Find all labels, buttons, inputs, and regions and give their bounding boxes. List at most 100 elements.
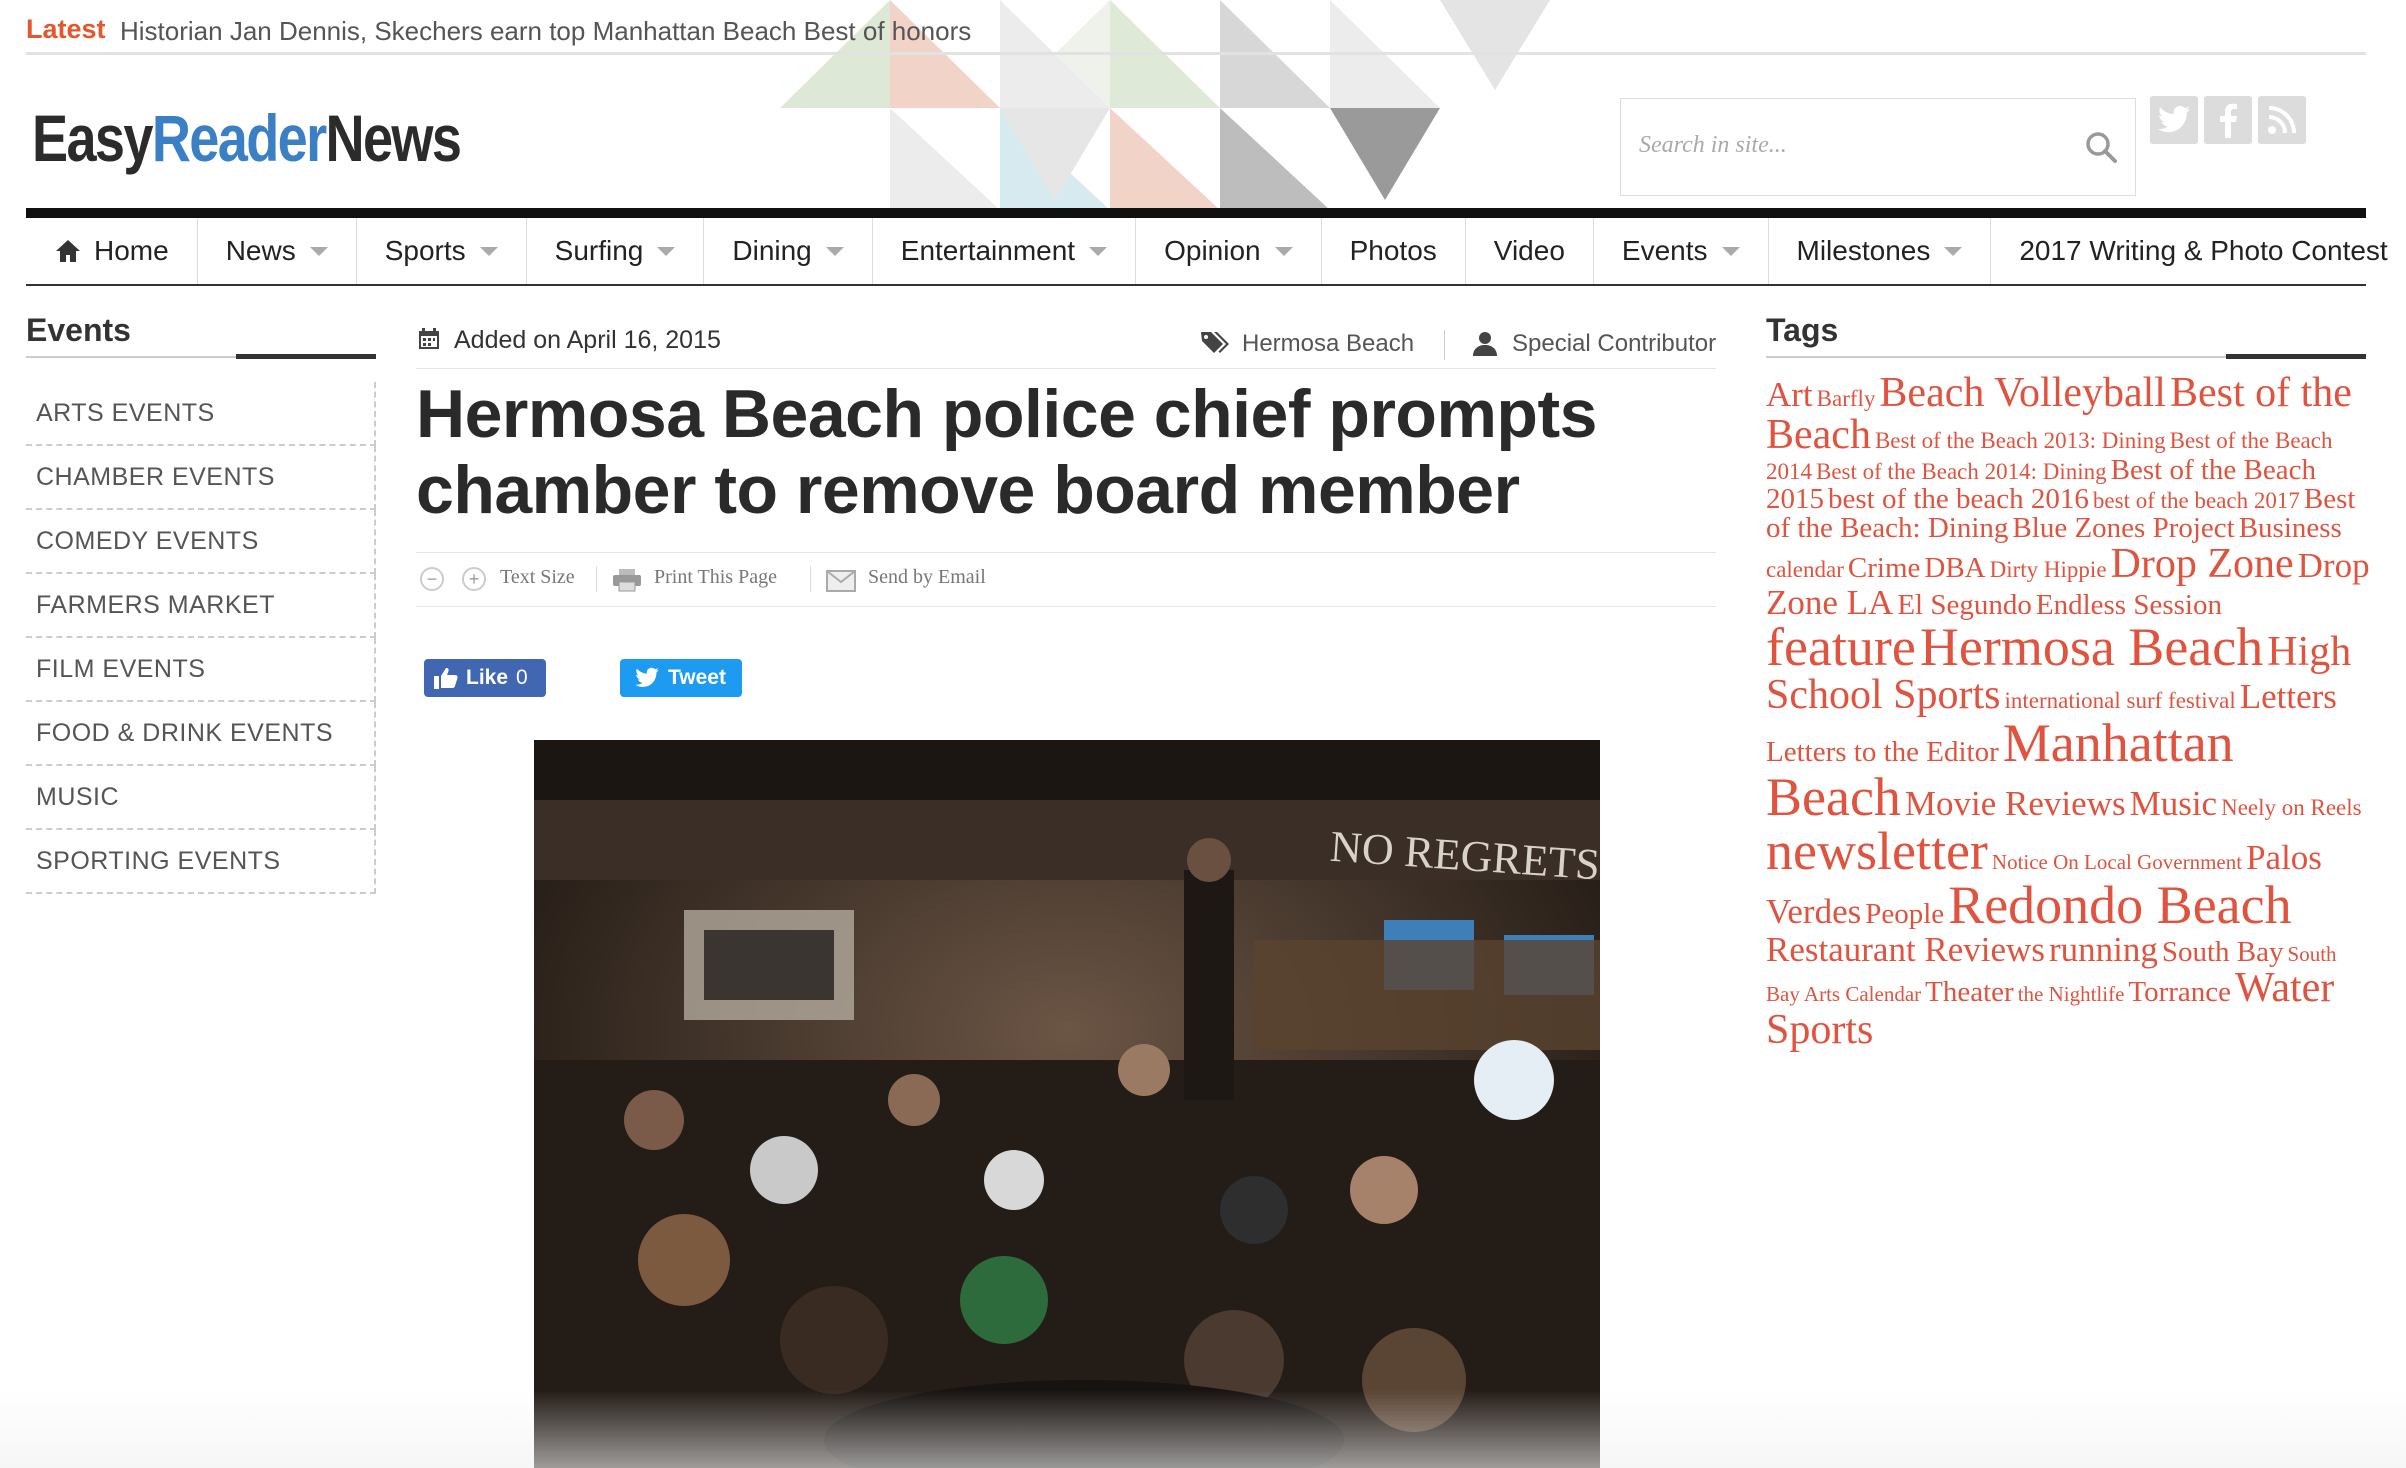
twitter-icon[interactable] (2150, 96, 2198, 144)
chevron-down-icon (1944, 246, 1963, 256)
chevron-down-icon (479, 246, 498, 256)
facebook-like-button[interactable]: Like 0 (424, 659, 546, 697)
nav-item-news[interactable]: News (198, 218, 357, 284)
divider (810, 566, 811, 592)
tag-link[interactable]: South Bay (2162, 936, 2284, 968)
nav-item-entertainment[interactable]: Entertainment (873, 218, 1137, 284)
text-size-label: Text Size (500, 566, 575, 588)
nav-item-contest[interactable]: 2017 Writing & Photo Contest (1991, 218, 2406, 284)
nav-label: 2017 Writing & Photo Contest (2019, 235, 2388, 266)
tag-link[interactable]: Theater (1925, 976, 2014, 1008)
tag-link[interactable]: Movie Reviews (1905, 784, 2126, 823)
twitter-bird-icon (635, 667, 659, 687)
sidebar-item-farmers-market[interactable]: FARMERS MARKET (26, 574, 376, 638)
tag-cloud: Art Barfly Beach Volleyball Best of the … (1766, 372, 2372, 1051)
nav-item-milestones[interactable]: Milestones (1769, 218, 1992, 284)
site-logo[interactable]: EasyReaderNews (32, 100, 462, 176)
send-by-email-link[interactable]: Send by Email (868, 566, 986, 589)
tag-icon (1201, 332, 1229, 353)
search-input[interactable] (1637, 131, 2061, 160)
article-category-link[interactable]: Hermosa Beach (1242, 330, 1414, 358)
tag-link[interactable]: Torrance (2128, 976, 2231, 1008)
tag-link[interactable]: calendar (1766, 557, 1844, 582)
nav-item-photos[interactable]: Photos (1322, 218, 1466, 284)
tag-link[interactable]: newsletter (1766, 821, 1988, 881)
nav-item-opinion[interactable]: Opinion (1136, 218, 1322, 284)
tag-link[interactable]: Music (2130, 784, 2218, 823)
nav-item-dining[interactable]: Dining (704, 218, 873, 284)
sidebar-title: Events (26, 312, 131, 348)
tweet-button[interactable]: Tweet (620, 659, 742, 697)
tag-link[interactable]: Best of the Beach 2013: Dining (1875, 428, 2166, 453)
envelope-icon[interactable] (826, 570, 856, 592)
logo-part-news: News (325, 101, 461, 175)
rss-icon[interactable] (2258, 96, 2306, 144)
tag-link[interactable]: Water Sports (1766, 965, 2334, 1053)
article-author-link[interactable]: Special Contributor (1512, 330, 1716, 358)
tag-link[interactable]: Restaurant Reviews (1766, 930, 2045, 969)
tag-link[interactable]: international surf festival (2005, 688, 2236, 713)
nav-label: News (225, 235, 296, 266)
tag-link[interactable]: Drop Zone (2111, 541, 2294, 587)
search-icon[interactable] (2083, 129, 2119, 165)
chevron-down-icon (825, 246, 844, 256)
tag-link[interactable]: the Nightlife (2018, 982, 2125, 1006)
chevron-down-icon (657, 246, 676, 256)
nav-item-sports[interactable]: Sports (357, 218, 527, 284)
tag-link[interactable]: People (1865, 898, 1944, 930)
search-box (1620, 98, 2136, 196)
chevron-down-icon (1274, 246, 1293, 256)
latest-headline-link[interactable]: Historian Jan Dennis, Skechers earn top … (120, 16, 971, 47)
tag-link[interactable]: Notice On Local Government (1992, 850, 2242, 874)
tag-link[interactable]: Art (1766, 375, 1813, 414)
divider (596, 566, 597, 592)
tag-link[interactable]: Redondo Beach (1948, 875, 2291, 935)
sidebar-item-chamber-events[interactable]: CHAMBER EVENTS (26, 446, 376, 510)
tag-link[interactable]: Blue Zones Project (2012, 512, 2234, 544)
tag-link[interactable]: Crime (1848, 552, 1921, 584)
sidebar-item-comedy-events[interactable]: COMEDY EVENTS (26, 510, 376, 574)
thumbs-up-icon (434, 668, 458, 689)
decrease-text-size-button[interactable]: − (420, 567, 444, 591)
tweet-label: Tweet (668, 666, 726, 689)
tag-link[interactable]: Beach Volleyball (1879, 370, 2166, 416)
sidebar-item-music[interactable]: MUSIC (26, 766, 376, 830)
nav-item-surfing[interactable]: Surfing (527, 218, 705, 284)
tag-link[interactable]: feature (1766, 617, 1916, 677)
tag-link[interactable]: Hermosa Beach (1920, 617, 2263, 677)
latest-label: Latest (26, 14, 106, 44)
tag-link[interactable]: Neely on Reels (2221, 795, 2362, 820)
tag-link[interactable]: Letters (2240, 677, 2337, 716)
tag-link[interactable]: Business (2239, 512, 2342, 544)
tag-link[interactable]: DBA (1924, 552, 1985, 584)
printer-icon[interactable] (612, 568, 642, 592)
divider (1444, 330, 1445, 360)
nav-label: Events (1621, 235, 1708, 266)
nav-item-events[interactable]: Events (1594, 218, 1769, 284)
sidebar-item-film-events[interactable]: FILM EVENTS (26, 638, 376, 702)
print-page-link[interactable]: Print This Page (654, 566, 777, 589)
tag-link[interactable]: Best of the Beach 2014: Dining (1816, 459, 2107, 484)
facebook-icon[interactable] (2204, 96, 2252, 144)
tags-title: Tags (1766, 312, 1839, 348)
main-nav: Home News Sports Surfing Dining Entertai… (26, 218, 2388, 286)
tag-link[interactable]: best of the beach 2017 (2093, 488, 2300, 513)
tag-link[interactable]: Letters to the Editor (1766, 736, 1999, 768)
article-date: Added on April 16, 2015 (454, 326, 721, 354)
nav-item-video[interactable]: Video (1466, 218, 1594, 284)
sidebar-item-arts-events[interactable]: ARTS EVENTS (26, 382, 376, 446)
article-headline: Hermosa Beach police chief prompts chamb… (416, 376, 1597, 528)
tag-link[interactable]: best of the beach 2016 (1828, 483, 2089, 515)
nav-item-home[interactable]: Home (26, 218, 198, 284)
tag-link[interactable]: Barfly (1817, 386, 1876, 411)
divider (26, 52, 2366, 55)
tag-link[interactable]: Dirty Hippie (1990, 557, 2107, 582)
divider (416, 368, 1716, 369)
nav-label: Opinion (1164, 235, 1261, 266)
chevron-down-icon (1721, 246, 1740, 256)
tag-link[interactable]: running (2049, 930, 2158, 969)
sidebar-item-food-drink-events[interactable]: FOOD & DRINK EVENTS (26, 702, 376, 766)
sidebar-item-sporting-events[interactable]: SPORTING EVENTS (26, 830, 376, 894)
nav-label: Dining (732, 235, 812, 266)
increase-text-size-button[interactable]: + (462, 567, 486, 591)
